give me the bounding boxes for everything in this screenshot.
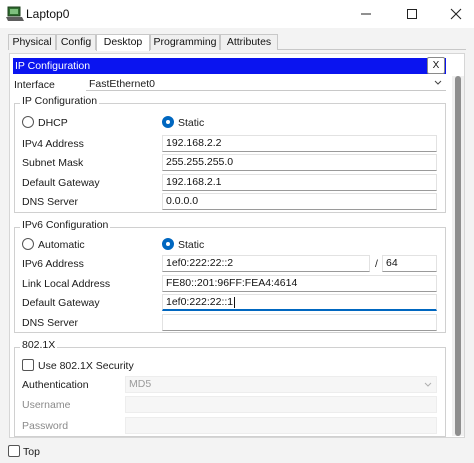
subnet-mask-label: Subnet Mask [22,157,84,169]
dhcp-label: DHCP [38,117,68,129]
ipv4-gateway-label: Default Gateway [22,177,100,189]
ipv6-address-label: IPv6 Address [22,258,84,270]
tab-programming[interactable]: Programming [150,34,220,50]
use-dot1x-checkbox[interactable] [22,359,34,371]
ipv6-dns-input[interactable] [162,314,437,331]
interface-select[interactable]: FastEthernet0 [86,77,446,91]
minimize-icon [361,13,371,15]
tab-physical[interactable]: Physical [8,34,56,50]
ipv6-prefix-input[interactable]: 64 [382,255,437,272]
subnet-mask-input[interactable]: 255.255.255.0 [162,154,437,171]
ipv4-address-label: IPv4 Address [22,138,84,150]
ipv6-group-title: IPv6 Configuration [20,219,111,231]
close-ip-config-button[interactable]: X [427,57,445,74]
username-label: Username [22,399,71,411]
interface-label: Interface [14,79,55,91]
title-bar: Laptop0 [0,0,474,28]
maximize-icon [407,9,417,19]
chevron-down-icon [434,80,442,85]
ipv6-gateway-value: 1ef0:222:22::1 [166,296,234,308]
ipv6-dns-label: DNS Server [22,317,79,329]
ipv6-address-input[interactable]: 1ef0:222:22::2 [162,255,370,272]
ip-configuration-header: IP Configuration [13,58,446,74]
tab-config[interactable]: Config [56,34,96,50]
use-dot1x-label: Use 802.1X Security [38,360,134,372]
authentication-select[interactable]: MD5 [125,376,437,393]
text-caret [234,296,236,308]
password-input[interactable] [125,417,437,434]
ipv6-static-radio[interactable] [162,238,174,250]
ipv6-automatic-label: Automatic [38,239,85,251]
close-icon [450,8,462,20]
link-local-label: Link Local Address [22,278,111,290]
ipv4-static-label: Static [178,117,205,129]
interface-value: FastEthernet0 [89,78,155,90]
authentication-value: MD5 [129,378,152,390]
scrollbar-thumb[interactable] [455,76,461,436]
ipv4-address-input[interactable]: 192.168.2.2 [162,135,437,152]
laptop-app-icon [6,5,24,23]
ipv4-dns-input[interactable]: 0.0.0.0 [162,193,437,210]
ipv6-gateway-input[interactable]: 1ef0:222:22::1 [162,294,437,311]
tab-desktop[interactable]: Desktop [96,34,150,51]
tab-attributes[interactable]: Attributes [220,34,278,50]
ipv4-gateway-input[interactable]: 192.168.2.1 [162,174,437,191]
maximize-button[interactable] [392,0,432,28]
ipv6-automatic-radio[interactable] [22,238,34,250]
close-window-button[interactable] [436,0,474,28]
authentication-label: Authentication [22,379,89,391]
top-label: Top [23,446,40,458]
password-label: Password [22,420,69,432]
ipv6-static-label: Static [178,239,205,251]
minimize-button[interactable] [346,0,386,28]
vertical-scrollbar[interactable] [452,76,464,436]
prefix-separator: / [375,258,378,270]
window-title: Laptop0 [26,7,70,21]
tab-strip: Physical Config Desktop Programming Attr… [8,34,466,51]
dhcp-radio[interactable] [22,116,34,128]
ipv4-dns-label: DNS Server [22,196,79,208]
ipv6-gateway-label: Default Gateway [22,297,100,309]
link-local-input[interactable]: FE80::201:96FF:FEA4:4614 [162,275,437,292]
dot1x-group-title: 802.1X [20,339,58,351]
username-input[interactable] [125,396,437,413]
chevron-down-icon [424,382,432,387]
top-checkbox[interactable] [8,445,20,457]
ipv4-static-radio[interactable] [162,116,174,128]
ipv4-group-title: IP Configuration [20,95,100,107]
